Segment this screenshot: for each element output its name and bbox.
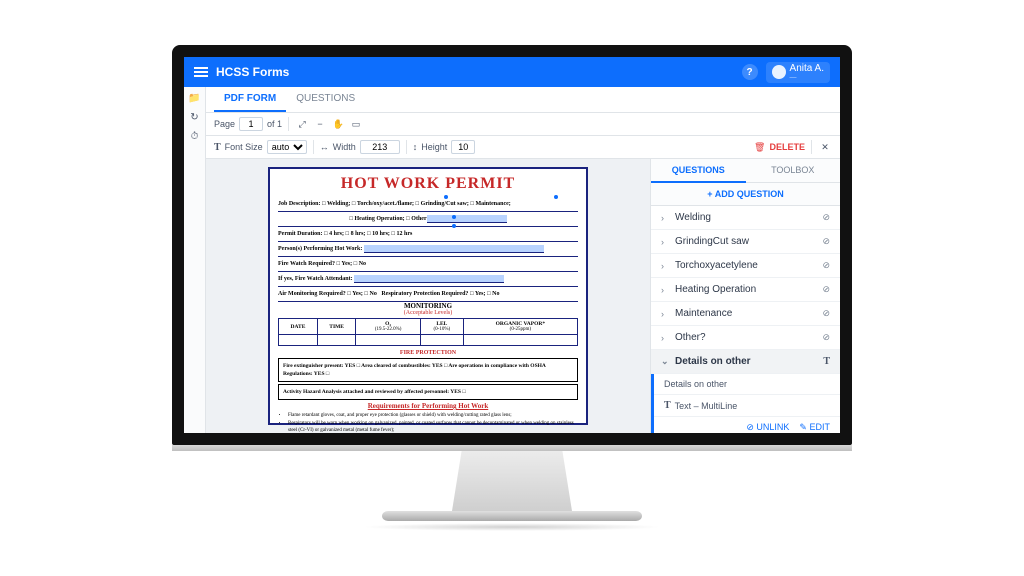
chevron-down-icon: ⌄ — [661, 356, 669, 367]
width-label: Width — [333, 142, 356, 152]
requirements-list: Flame retardant gloves, coat, and proper… — [278, 412, 578, 433]
tab-pdf-form[interactable]: PDF FORM — [214, 87, 286, 112]
user-menu[interactable]: Anita A. — — [766, 62, 830, 83]
question-item-expanded[interactable]: ⌄ Details on other T — [651, 350, 840, 374]
check-icon: ⊘ — [822, 284, 830, 295]
zoom-in-icon[interactable]: ✋ — [331, 117, 345, 131]
monitoring-table: DATE TIME O₂(19.5-22.0%) LEL(0-10%) ORGA… — [278, 318, 578, 346]
requirements-header: Requirements for Performing Hot Work — [278, 402, 578, 410]
left-rail: 📁 ↻ ⏱ — [184, 87, 206, 433]
avatar — [772, 65, 786, 79]
unlink-icon: ⊘ — [746, 422, 754, 432]
add-question-button[interactable]: + ADD QUESTION — [651, 183, 840, 206]
question-item[interactable]: ›GrindingCut saw⊘ — [651, 230, 840, 254]
close-icon[interactable]: ✕ — [818, 140, 832, 154]
tab-questions[interactable]: QUESTIONS — [286, 87, 365, 112]
rail-folder-icon[interactable]: 📁 — [188, 93, 200, 104]
width-input[interactable] — [360, 140, 400, 154]
chevron-right-icon: › — [661, 309, 669, 319]
monitoring-header: MONITORING — [278, 302, 578, 310]
chevron-right-icon: › — [661, 237, 669, 247]
user-name: Anita A. — [790, 64, 824, 74]
user-subtext: — — [790, 74, 824, 81]
paging-toolbar: Page of 1 ⤢ − ✋ ▭ — [206, 113, 840, 136]
unlink-button[interactable]: ⊘ UNLINK — [746, 422, 789, 433]
fire-protection-header: FIRE PROTECTION — [278, 350, 578, 356]
app-topbar: HCSS Forms ? Anita A. — — [184, 57, 840, 87]
menu-icon[interactable] — [194, 67, 208, 77]
rail-refresh-icon[interactable]: ↻ — [190, 112, 198, 123]
detail-type: T Text – MultiLine — [654, 395, 840, 417]
height-label: Height — [421, 142, 447, 152]
fontsize-label: Font Size — [225, 142, 263, 152]
delete-button[interactable]: DELETE — [769, 142, 805, 152]
field-properties-toolbar: T Font Size auto ↔ Width ↕ Height 🗑 DE — [206, 136, 840, 159]
zoom-out-icon[interactable]: − — [313, 117, 327, 131]
text-type-icon: T — [664, 400, 671, 411]
question-item[interactable]: ›Welding⊘ — [651, 206, 840, 230]
sidepanel-tab-questions[interactable]: QUESTIONS — [651, 159, 746, 183]
pdf-canvas[interactable]: HOT WORK PERMIT Job Description: □ Weldi… — [206, 159, 650, 433]
chevron-right-icon: › — [661, 261, 669, 271]
rail-history-icon[interactable]: ⏱ — [191, 131, 199, 142]
arrow-h-icon: ↔ — [320, 142, 329, 152]
question-item[interactable]: ›Maintenance⊘ — [651, 302, 840, 326]
text-tool-icon[interactable]: T — [214, 142, 221, 153]
text-type-icon: T — [823, 356, 830, 367]
question-details: Details on other T Text – MultiLine ⊘ UN… — [651, 374, 840, 433]
permit-title: HOT WORK PERMIT — [278, 175, 578, 193]
check-icon: ⊘ — [822, 308, 830, 319]
pencil-icon: ✎ — [799, 422, 807, 432]
arrow-v-icon: ↕ — [413, 142, 418, 152]
chevron-right-icon: › — [661, 213, 669, 223]
check-icon: ⊘ — [822, 212, 830, 223]
persons-field[interactable] — [364, 245, 544, 253]
app-title: HCSS Forms — [216, 65, 289, 79]
question-item[interactable]: ›Heating Operation⊘ — [651, 278, 840, 302]
question-item[interactable]: ›Other?⊘ — [651, 326, 840, 350]
pdf-page: HOT WORK PERMIT Job Description: □ Weldi… — [268, 167, 588, 425]
main-tabs: PDF FORM QUESTIONS — [206, 87, 840, 113]
fontsize-select[interactable]: auto — [267, 140, 307, 154]
attendant-field[interactable] — [354, 275, 504, 283]
chevron-right-icon: › — [661, 285, 669, 295]
page-total: of 1 — [267, 119, 282, 129]
detail-header: Details on other — [654, 374, 840, 395]
check-icon: ⊘ — [822, 260, 830, 271]
trash-icon[interactable]: 🗑 — [754, 142, 765, 153]
help-icon[interactable]: ? — [742, 64, 758, 80]
check-icon: ⊘ — [822, 332, 830, 343]
view-mode-icon[interactable]: ▭ — [349, 117, 363, 131]
page-label: Page — [214, 119, 235, 129]
questions-panel: QUESTIONS TOOLBOX + ADD QUESTION ›Weldin… — [650, 159, 840, 433]
sidepanel-tab-toolbox[interactable]: TOOLBOX — [746, 159, 841, 183]
check-icon: ⊘ — [822, 236, 830, 247]
other-field[interactable] — [427, 215, 507, 223]
chevron-right-icon: › — [661, 333, 669, 343]
page-input[interactable] — [239, 117, 263, 131]
question-item[interactable]: ›Torchoxyacetylene⊘ — [651, 254, 840, 278]
zoom-fit-icon[interactable]: ⤢ — [295, 117, 309, 131]
height-input[interactable] — [451, 140, 475, 154]
edit-button[interactable]: ✎ EDIT — [799, 422, 830, 433]
